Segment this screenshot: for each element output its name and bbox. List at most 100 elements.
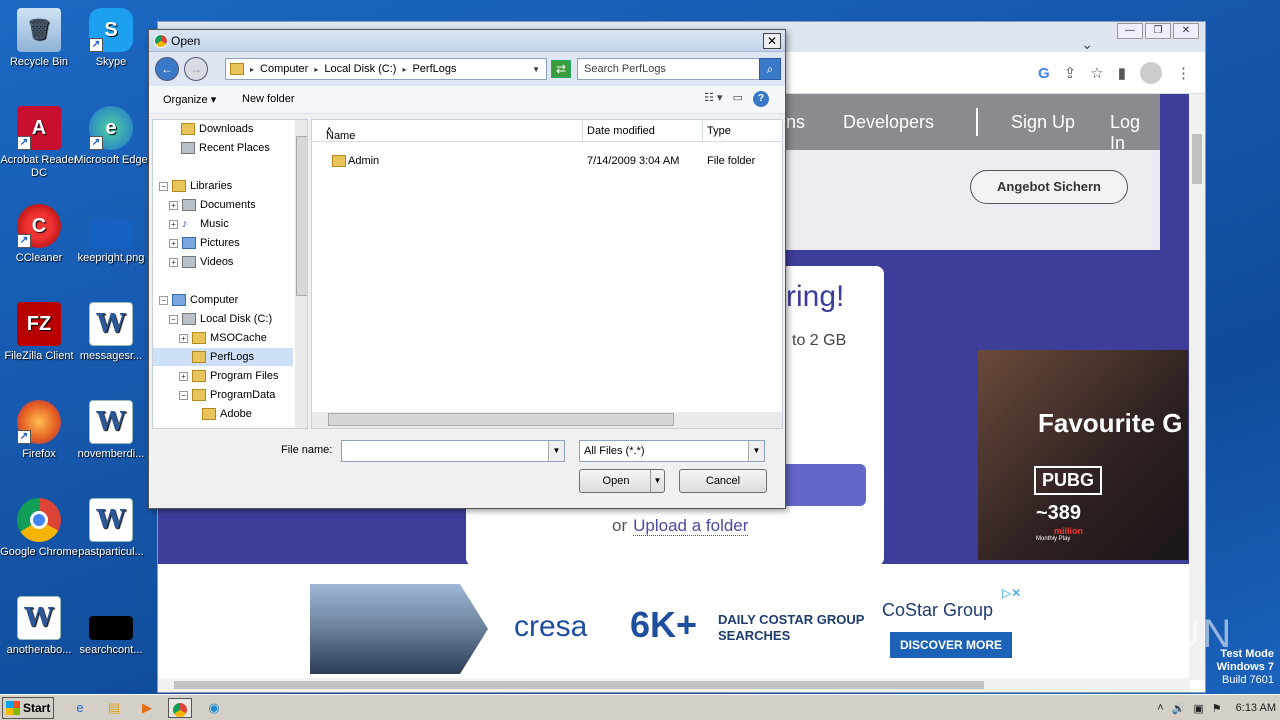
- chrome-taskbar-icon[interactable]: [168, 698, 192, 718]
- tree-item-msocache[interactable]: + MSOCache: [179, 329, 267, 347]
- upload-folder-link[interactable]: Upload a folder: [633, 516, 749, 536]
- ad-big-number: 6K+: [630, 604, 698, 645]
- desktop-icon-chrome[interactable]: Google Chrome: [0, 498, 78, 559]
- clock[interactable]: 6:13 AM: [1236, 702, 1276, 714]
- ie-icon[interactable]: e: [68, 698, 92, 718]
- browser-vertical-scrollbar[interactable]: [1189, 94, 1205, 680]
- desktop-icon-ccleaner[interactable]: C ↗ CCleaner: [0, 204, 78, 265]
- tree-item-program-files[interactable]: + Program Files: [179, 367, 278, 385]
- preview-pane-icon[interactable]: ▭: [733, 91, 743, 107]
- share-icon[interactable]: ⇪: [1064, 64, 1077, 82]
- angebot-button[interactable]: Angebot Sichern: [970, 170, 1128, 204]
- tree-item-videos[interactable]: + Videos: [169, 253, 233, 271]
- dialog-close-button[interactable]: ✕: [763, 33, 781, 49]
- view-options-icon[interactable]: ☷ ▾: [704, 91, 722, 107]
- bookmark-star-icon[interactable]: ☆: [1090, 64, 1103, 82]
- desktop-icon-searchcont[interactable]: searchcont...: [72, 596, 150, 657]
- documents-icon: [182, 199, 196, 211]
- nav-link-login[interactable]: Log In: [1110, 112, 1160, 154]
- menu-kebab-icon[interactable]: ⋮: [1176, 64, 1191, 82]
- back-button[interactable]: ←: [155, 57, 179, 81]
- column-name[interactable]: Name ˄: [326, 125, 355, 142]
- tree-item-computer[interactable]: − Computer: [159, 291, 238, 309]
- volume-icon[interactable]: 🔊: [1172, 702, 1186, 715]
- drive-icon: [182, 313, 196, 325]
- start-button[interactable]: Start: [2, 697, 54, 719]
- tree-item-libraries[interactable]: − Libraries: [159, 177, 232, 195]
- flag-icon[interactable]: ⚑: [1212, 702, 1222, 715]
- desktop-icon-november[interactable]: W novemberdi...: [72, 400, 150, 461]
- open-button[interactable]: Open ▼: [579, 469, 665, 493]
- file-type-select[interactable]: All Files (*.*) ▼: [579, 440, 765, 462]
- tab-search-chevron-icon[interactable]: ⌄: [1081, 36, 1093, 53]
- ad-close-icon[interactable]: ▷✕: [1002, 586, 1021, 600]
- tree-item-pictures[interactable]: + Pictures: [169, 234, 240, 252]
- tree-scrollbar[interactable]: [295, 120, 307, 428]
- desktop-icon-anotherabo[interactable]: W anotherabo...: [0, 596, 78, 657]
- network-icon[interactable]: ▣: [1193, 702, 1203, 715]
- desktop-icon-keepright[interactable]: keepright.png: [72, 204, 150, 265]
- column-date-modified[interactable]: Date modified: [587, 125, 655, 137]
- help-icon[interactable]: ?: [753, 91, 769, 107]
- search-input[interactable]: Search PerfLogs ⌕: [577, 58, 781, 80]
- tree-item-documents[interactable]: + Documents: [169, 196, 256, 214]
- breadcrumb-perflogs[interactable]: PerfLogs: [412, 63, 456, 75]
- edge-taskbar-icon[interactable]: ◉: [202, 698, 226, 718]
- cresa-logo: cresa: [514, 610, 588, 643]
- file-row-admin[interactable]: Admin 7/14/2009 3:04 AM File folder: [312, 152, 782, 170]
- desktop-icon-pastparticul[interactable]: W pastparticul...: [72, 498, 150, 559]
- forward-button[interactable]: →: [184, 57, 208, 81]
- tree-item-local-disk[interactable]: − Local Disk (C:): [169, 310, 272, 328]
- system-tray: ˄ 🔊 ▣ ⚑ 6:13 AM: [1157, 697, 1276, 719]
- breadcrumb-local-disk[interactable]: Local Disk (C:): [324, 63, 396, 75]
- explorer-icon[interactable]: ▤: [102, 698, 126, 718]
- discover-more-button[interactable]: DISCOVER MORE: [890, 632, 1012, 658]
- nav-link-signup[interactable]: Sign Up: [1011, 112, 1075, 133]
- sidepanel-icon[interactable]: ▮: [1118, 64, 1126, 82]
- desktop-icon-messages[interactable]: W messagesr...: [72, 302, 150, 363]
- media-player-icon[interactable]: ▶: [135, 698, 159, 718]
- image-file-icon: [89, 220, 133, 248]
- google-icon[interactable]: G: [1038, 65, 1050, 82]
- refresh-icon[interactable]: ⇄: [551, 60, 571, 78]
- file-list-scrollbar[interactable]: [312, 412, 782, 428]
- desktop-icon-firefox[interactable]: ↗ Firefox: [0, 400, 78, 461]
- nav-link-developers[interactable]: Developers: [843, 112, 934, 133]
- maximize-button[interactable]: ❐: [1145, 23, 1171, 39]
- dialog-toolbar: Organize ▾ New folder ☷ ▾ ▭ ?: [149, 86, 785, 114]
- open-dropdown-icon[interactable]: ▼: [650, 470, 664, 492]
- minimize-button[interactable]: —: [1117, 23, 1143, 39]
- tree-item-downloads[interactable]: Downloads: [181, 120, 253, 138]
- new-folder-button[interactable]: New folder: [242, 93, 295, 105]
- cancel-button[interactable]: Cancel: [679, 469, 767, 493]
- file-name-input[interactable]: ▼: [341, 440, 565, 462]
- tree-item-recent-places[interactable]: Recent Places: [181, 139, 270, 157]
- promo-number: ~389: [1036, 502, 1082, 524]
- ad-banner[interactable]: cresa 6K+ DAILY COSTAR GROUP SEARCHES Co…: [310, 584, 1036, 674]
- browser-horizontal-scrollbar[interactable]: [158, 678, 1190, 692]
- downloads-icon: [181, 123, 195, 135]
- file-name-dropdown-icon[interactable]: ▼: [548, 441, 564, 461]
- promo-banner[interactable]: Favourite G PUBG ~389 million Monthly Pl…: [978, 350, 1188, 560]
- close-button[interactable]: ✕: [1173, 23, 1199, 39]
- tree-item-music[interactable]: + ♪ Music: [169, 215, 229, 233]
- tree-item-perflogs[interactable]: PerfLogs: [153, 348, 293, 366]
- breadcrumb-computer[interactable]: Computer: [260, 63, 308, 75]
- tree-item-adobe[interactable]: Adobe: [202, 405, 252, 423]
- file-type-dropdown-icon[interactable]: ▼: [748, 441, 764, 461]
- organize-button[interactable]: Organize ▾: [163, 93, 216, 106]
- desktop-icon-filezilla[interactable]: FZ FileZilla Client: [0, 302, 78, 363]
- desktop-icon-skype[interactable]: S ↗ Skype: [72, 8, 150, 69]
- column-type[interactable]: Type: [707, 125, 731, 137]
- breadcrumb[interactable]: ▸ Computer ▸ Local Disk (C:) ▸ PerfLogs …: [225, 58, 547, 80]
- nav-link-plans[interactable]: ns: [786, 112, 805, 133]
- profile-avatar[interactable]: [1140, 62, 1162, 84]
- desktop-icon-recycle-bin[interactable]: 🗑 Recycle Bin: [0, 8, 78, 69]
- desktop-icon-edge[interactable]: e ↗ Microsoft Edge: [72, 106, 150, 167]
- tree-item-programdata[interactable]: − ProgramData: [179, 386, 275, 404]
- desktop-icon-acrobat[interactable]: A ↗ Acrobat Reader DC: [0, 106, 78, 180]
- tray-expand-icon[interactable]: ˄: [1157, 702, 1163, 714]
- folder-icon: [192, 389, 206, 401]
- breadcrumb-dropdown-icon[interactable]: ▼: [532, 65, 540, 74]
- search-icon[interactable]: ⌕: [759, 58, 781, 80]
